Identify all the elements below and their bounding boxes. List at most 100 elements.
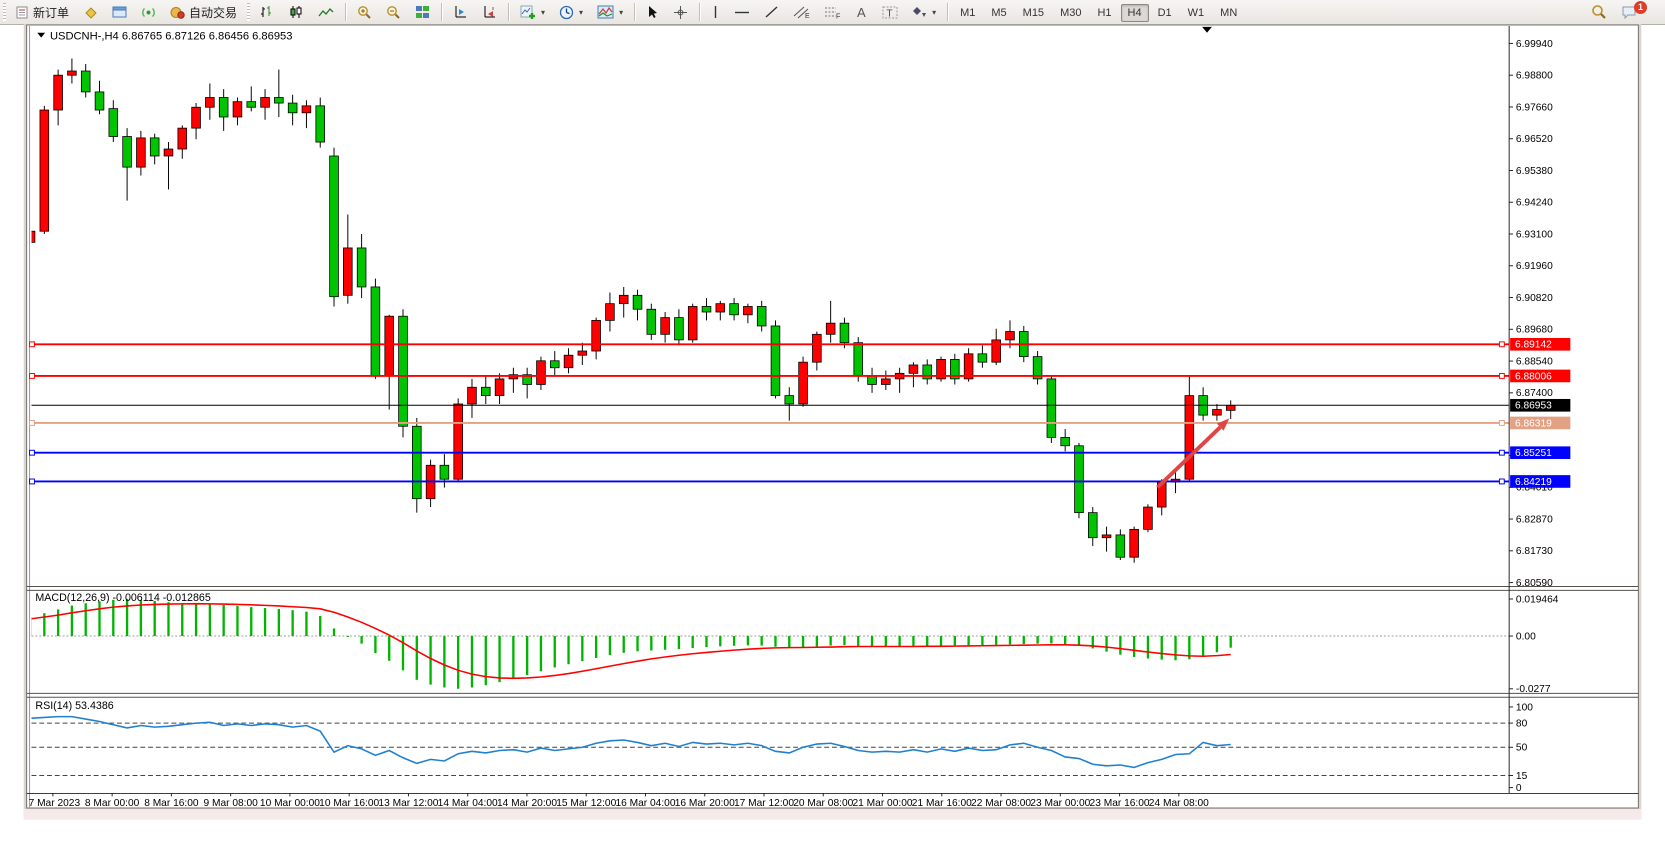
- candle-body: [288, 103, 297, 113]
- line-anchor-square[interactable]: [1499, 479, 1504, 484]
- new-order-icon: [16, 6, 29, 19]
- add-indicator-icon: [520, 5, 536, 19]
- notifications-button[interactable]: 1: [1615, 3, 1660, 21]
- time-tick-label: 21 Mar 16:00: [912, 798, 972, 809]
- time-tick-label: 22 Mar 08:00: [971, 798, 1031, 809]
- line-anchor-square[interactable]: [1499, 374, 1504, 379]
- timeframe-button-h4[interactable]: H4: [1121, 4, 1149, 22]
- autotrade-button[interactable]: 自动交易: [164, 3, 243, 21]
- cursor-tool-button[interactable]: [640, 3, 665, 21]
- time-tick-label: 21 Mar 00:00: [853, 798, 913, 809]
- tile-windows-button[interactable]: [409, 3, 436, 21]
- vline-tool-button[interactable]: [705, 3, 726, 21]
- chart-title: USDCNH-,H4 6.86765 6.87126 6.86456 6.869…: [50, 31, 293, 43]
- search-button[interactable]: [1585, 3, 1613, 21]
- time-tick-label: 10 Mar 00:00: [260, 798, 320, 809]
- new-order-button[interactable]: 新订单: [10, 3, 75, 21]
- timeframe-button-w1[interactable]: W1: [1181, 4, 1212, 22]
- price-tick-label: 6.99940: [1516, 39, 1553, 50]
- market-depth-button[interactable]: [77, 3, 104, 21]
- line-chart-icon: [318, 6, 334, 19]
- candle-body: [578, 351, 587, 355]
- candle-chart-mode-button[interactable]: [283, 3, 310, 21]
- arrows-tool-button[interactable]: ▾: [906, 3, 942, 21]
- time-tick-label: 7 Mar 2023: [29, 798, 81, 809]
- price-tick-label: 6.88540: [1516, 356, 1553, 367]
- timeframe-button-h1[interactable]: H1: [1090, 4, 1118, 22]
- hline-tool-button[interactable]: [728, 3, 756, 21]
- macd-tick-label: 0.00: [1516, 631, 1536, 642]
- candle-body: [302, 106, 311, 113]
- crosshair-icon: [673, 5, 688, 20]
- candle-body: [1116, 535, 1125, 557]
- candle-body: [1088, 513, 1097, 538]
- timeframe-group: M1M5M15M30H1H4D1W1MN: [952, 5, 1245, 19]
- tile-windows-icon: [415, 5, 430, 19]
- zoom-out-button[interactable]: [380, 3, 407, 21]
- timeframe-menu-button[interactable]: ▾: [553, 3, 589, 21]
- text-tool-button[interactable]: A: [849, 3, 874, 21]
- timeframe-button-m5[interactable]: M5: [984, 4, 1013, 22]
- line-anchor-square[interactable]: [30, 479, 35, 484]
- trendline-tool-button[interactable]: [758, 3, 785, 21]
- timeframe-button-m1[interactable]: M1: [953, 4, 982, 22]
- line-anchor-square[interactable]: [30, 342, 35, 347]
- candle-body: [757, 306, 766, 326]
- candle-body: [399, 316, 408, 426]
- candle-body: [1061, 437, 1070, 445]
- timeframe-button-m30[interactable]: M30: [1053, 4, 1088, 22]
- line-anchor-square[interactable]: [30, 450, 35, 455]
- candle-body: [702, 306, 711, 312]
- chart-template-icon: [597, 5, 614, 19]
- candle-body: [537, 361, 546, 385]
- candle-body: [192, 107, 201, 128]
- signals-button[interactable]: [135, 3, 162, 21]
- line-anchor-square[interactable]: [1499, 421, 1504, 426]
- line-anchor-square[interactable]: [30, 374, 35, 379]
- chart-canvas[interactable]: 6.999406.988006.976606.965206.953806.942…: [0, 24, 1665, 842]
- candle-body: [978, 354, 987, 362]
- time-tick-label: 8 Mar 00:00: [85, 798, 140, 809]
- toolbar-separator: [345, 3, 346, 21]
- line-chart-mode-button[interactable]: [312, 3, 340, 21]
- label-tool-button[interactable]: T: [876, 3, 904, 21]
- timeframe-button-m15[interactable]: M15: [1016, 4, 1051, 22]
- toolbar-right-group: 1: [1584, 3, 1661, 21]
- crosshair-tool-button[interactable]: [667, 3, 694, 21]
- candle-body: [412, 426, 421, 498]
- line-anchor-square[interactable]: [1499, 450, 1504, 455]
- price-tick-label: 6.97660: [1516, 102, 1553, 113]
- bar-chart-mode-button[interactable]: [254, 3, 281, 21]
- zoom-in-button[interactable]: [351, 3, 378, 21]
- price-tick-label: 6.82870: [1516, 514, 1553, 525]
- terminal-window-button[interactable]: [106, 3, 133, 21]
- timeframe-button-mn[interactable]: MN: [1213, 4, 1244, 22]
- time-tick-label: 15 Mar 12:00: [556, 798, 616, 809]
- vertical-line-icon: [711, 5, 720, 19]
- chevron-down-icon: ▾: [579, 8, 583, 17]
- timeframe-button-d1[interactable]: D1: [1151, 4, 1179, 22]
- price-tag-label: 6.86953: [1515, 401, 1552, 412]
- text-icon: A: [855, 5, 868, 19]
- clock-icon: [559, 5, 574, 20]
- shapes-icon: [912, 5, 927, 19]
- template-menu-button[interactable]: ▾: [591, 3, 629, 21]
- rsi-tick-label: 50: [1516, 743, 1528, 754]
- line-anchor-square[interactable]: [1499, 342, 1504, 347]
- candle-body: [68, 71, 77, 75]
- indicator-window-button[interactable]: [447, 3, 474, 21]
- svg-text:E: E: [805, 13, 810, 19]
- fibonacci-tool-button[interactable]: F: [818, 3, 847, 21]
- chevron-down-icon: ▾: [541, 8, 545, 17]
- candle-body: [468, 387, 477, 404]
- add-indicator-button[interactable]: ▾: [514, 3, 551, 21]
- time-tick-label: 9 Mar 08:00: [203, 798, 258, 809]
- candle-body: [95, 92, 104, 110]
- status-strip: [24, 809, 1642, 820]
- candle-body: [40, 110, 49, 231]
- channel-tool-button[interactable]: E: [787, 3, 816, 21]
- indicator-window2-button[interactable]: [476, 3, 503, 21]
- line-anchor-square[interactable]: [30, 421, 35, 426]
- price-tag-label: 6.88006: [1515, 371, 1552, 382]
- zoom-in-icon: [357, 5, 372, 20]
